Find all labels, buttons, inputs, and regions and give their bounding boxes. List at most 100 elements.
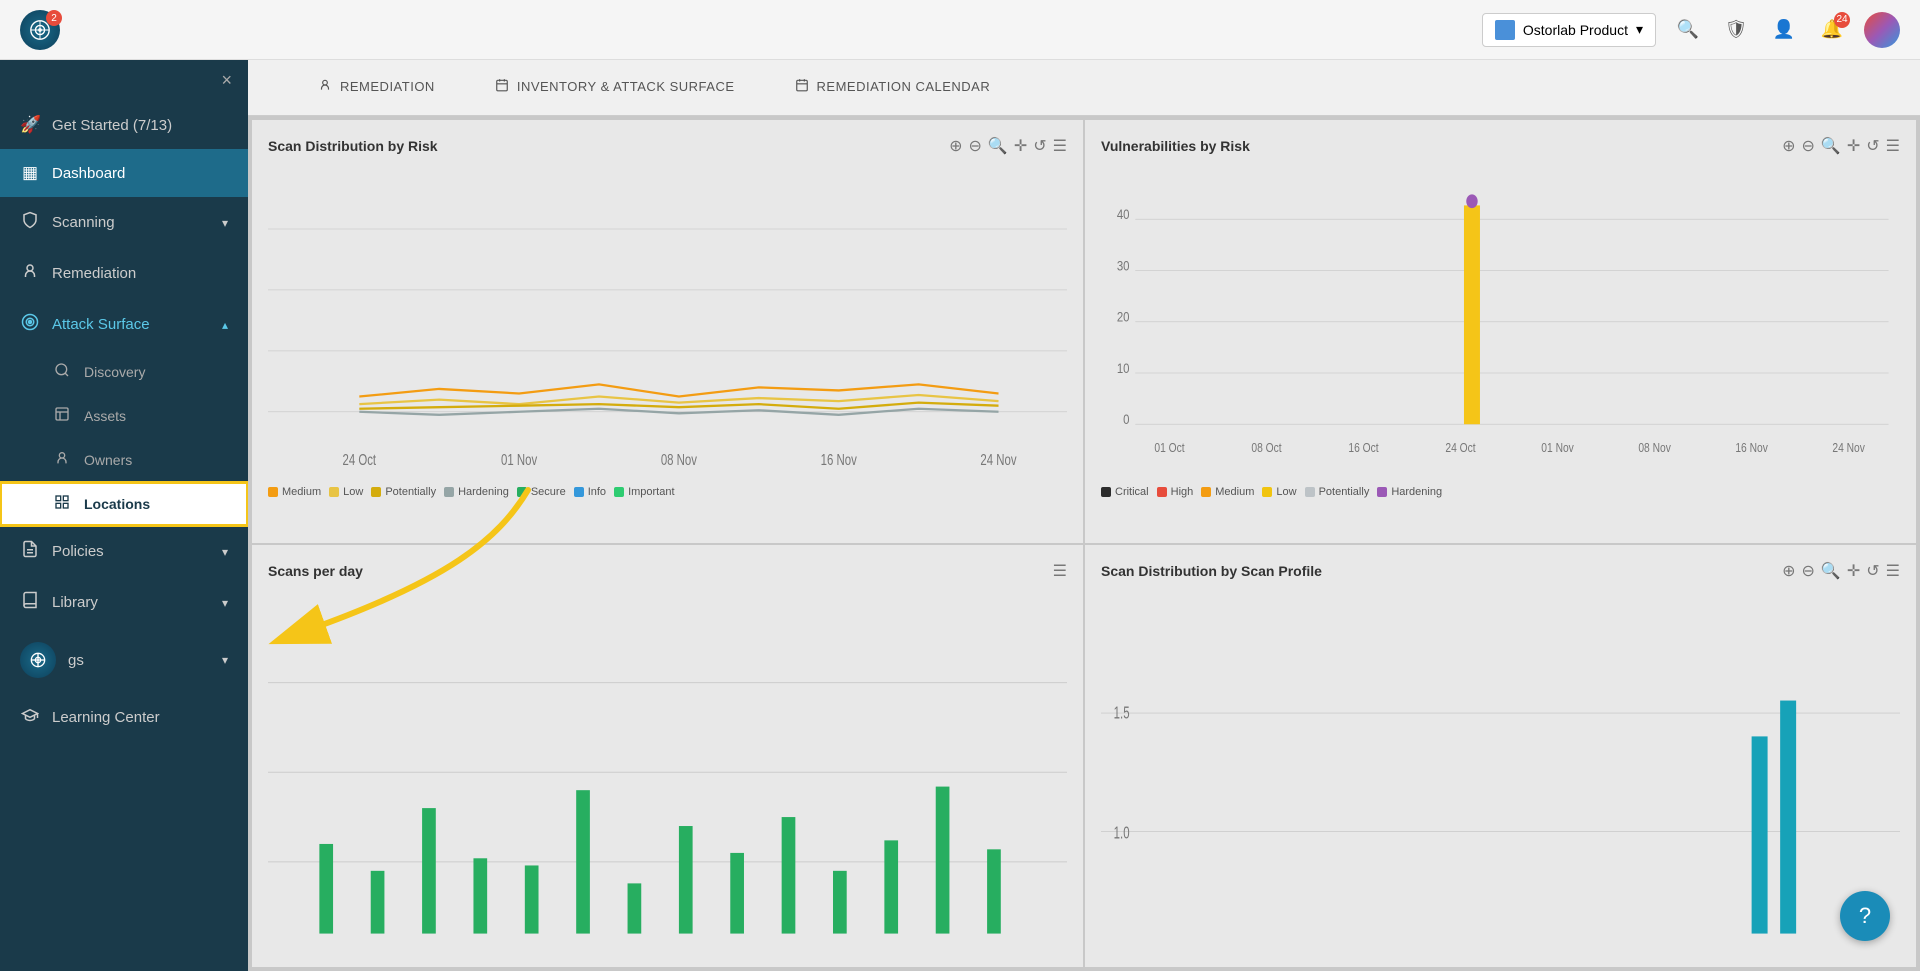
legend-dot-info: [574, 487, 584, 497]
chart-scans-per-day: Scans per day ☰: [252, 545, 1083, 968]
sidebar-item-label: Assets: [84, 408, 126, 424]
legend-dot-critical: [1101, 487, 1111, 497]
legend-dot-medium: [268, 487, 278, 497]
legend-potentially-v: Potentially: [1305, 486, 1370, 498]
zoom-out-icon-sp[interactable]: ⊖: [1802, 561, 1815, 581]
legend-label-potentially: Potentially: [385, 486, 436, 498]
chart-scan-profile-header: Scan Distribution by Scan Profile ⊕ ⊖ 🔍 …: [1101, 561, 1900, 581]
sidebar-item-discovery[interactable]: Discovery: [0, 350, 248, 394]
inventory-tab-icon: [495, 78, 509, 95]
legend-potentially: Potentially: [371, 486, 436, 498]
discovery-icon: [52, 362, 72, 382]
sidebar: × 🚀 Get Started (7/13) ▦ Dashboard Scann…: [0, 60, 248, 971]
zoom-icon[interactable]: 🔍: [988, 136, 1008, 156]
menu-icon[interactable]: ☰: [1886, 136, 1900, 156]
notification-icon[interactable]: 🔔 24: [1816, 14, 1848, 46]
zoom-icon-sp[interactable]: 🔍: [1821, 561, 1841, 581]
shield-icon[interactable]: 🛡: [1720, 14, 1752, 46]
legend-dot-hardening: [444, 487, 454, 497]
chart-scan-distribution-header: Scan Distribution by Risk ⊕ ⊖ 🔍 ✛ ↺ ☰: [268, 136, 1067, 156]
sidebar-item-label: Learning Center: [52, 709, 160, 726]
chart-scan-profile-title: Scan Distribution by Scan Profile: [1101, 563, 1322, 579]
notification-badge: 24: [1834, 12, 1850, 28]
dashboard-icon: ▦: [20, 163, 40, 183]
sidebar-item-label: Policies: [52, 543, 104, 560]
help-button[interactable]: ?: [1840, 891, 1890, 941]
legend-label-potentially-v: Potentially: [1319, 486, 1370, 498]
legend-label-critical: Critical: [1115, 486, 1149, 498]
scanning-icon: [20, 211, 40, 234]
zoom-icon[interactable]: 🔍: [1821, 136, 1841, 156]
legend-important: Important: [614, 486, 674, 498]
sidebar-item-learning-center[interactable]: Learning Center: [0, 692, 248, 743]
chart-controls: ⊕ ⊖ 🔍 ✛ ↺ ☰: [949, 136, 1067, 156]
avatar[interactable]: [1864, 12, 1900, 48]
sidebar-item-label: gs: [68, 652, 84, 669]
chevron-down-icon: ▾: [222, 545, 228, 559]
sidebar-item-locations[interactable]: Locations: [0, 482, 248, 526]
move-icon[interactable]: ✛: [1847, 136, 1860, 156]
move-icon[interactable]: ✛: [1014, 136, 1027, 156]
product-icon: [1495, 20, 1515, 40]
legend-label-info: Info: [588, 486, 606, 498]
close-sidebar-button[interactable]: ×: [221, 70, 232, 91]
sidebar-item-dashboard[interactable]: ▦ Dashboard: [0, 149, 248, 197]
legend-secure: Secure: [517, 486, 566, 498]
sidebar-item-owners[interactable]: Owners: [0, 438, 248, 482]
tab-calendar[interactable]: Remediation Calendar: [765, 60, 1021, 115]
menu-icon[interactable]: ☰: [1053, 136, 1067, 156]
sidebar-item-attack-surface[interactable]: Attack Surface ▴: [0, 299, 248, 350]
zoom-out-icon[interactable]: ⊖: [1802, 136, 1815, 156]
sidebar-item-remediation[interactable]: Remediation: [0, 248, 248, 299]
legend-info: Info: [574, 486, 606, 498]
zoom-in-icon[interactable]: ⊕: [949, 136, 962, 156]
attack-surface-icon: [20, 313, 40, 336]
sidebar-item-settings[interactable]: 2 gs ▾: [0, 628, 248, 692]
sidebar-item-get-started[interactable]: 🚀 Get Started (7/13): [0, 101, 248, 149]
chart-controls-sp: ⊕ ⊖ 🔍 ✛ ↺ ☰: [1782, 561, 1900, 581]
sidebar-item-label: Owners: [84, 452, 132, 468]
tab-inventory[interactable]: Inventory & Attack Surface: [465, 60, 765, 115]
contact-icon[interactable]: 👤: [1768, 14, 1800, 46]
menu-icon-spd[interactable]: ☰: [1053, 561, 1067, 581]
search-icon[interactable]: 🔍: [1672, 14, 1704, 46]
move-icon-sp[interactable]: ✛: [1847, 561, 1860, 581]
owners-icon: [52, 450, 72, 470]
legend-label-high: High: [1171, 486, 1194, 498]
svg-text:24 Oct: 24 Oct: [1445, 442, 1476, 455]
zoom-in-icon-sp[interactable]: ⊕: [1782, 561, 1795, 581]
zoom-out-icon[interactable]: ⊖: [969, 136, 982, 156]
sidebar-item-library[interactable]: Library ▾: [0, 577, 248, 628]
reset-icon[interactable]: ↺: [1866, 136, 1879, 156]
svg-text:30: 30: [1117, 258, 1130, 273]
chart-scan-distribution: Scan Distribution by Risk ⊕ ⊖ 🔍 ✛ ↺ ☰: [252, 120, 1083, 543]
legend-low: Low: [329, 486, 363, 498]
dashboard-grid: Scan Distribution by Risk ⊕ ⊖ 🔍 ✛ ↺ ☰: [248, 116, 1920, 971]
chevron-down-icon: ▾: [222, 596, 228, 610]
menu-icon-sp[interactable]: ☰: [1886, 561, 1900, 581]
tab-remediation[interactable]: Remediation: [288, 60, 465, 115]
legend-dot-low: [329, 487, 339, 497]
product-selector[interactable]: Ostorlab Product ▾: [1482, 13, 1656, 47]
tab-calendar-label: Remediation Calendar: [817, 79, 991, 94]
sidebar-item-label: Library: [52, 594, 98, 611]
legend-label-secure: Secure: [531, 486, 566, 498]
sidebar-item-label: Dashboard: [52, 165, 125, 182]
zoom-in-icon[interactable]: ⊕: [1782, 136, 1795, 156]
reset-icon-sp[interactable]: ↺: [1866, 561, 1879, 581]
reset-icon[interactable]: ↺: [1033, 136, 1046, 156]
learning-icon: [20, 706, 40, 729]
chevron-up-icon: ▴: [222, 318, 228, 332]
chevron-down-icon: ▾: [222, 653, 228, 667]
content-area: Remediation Inventory & Attack Surface R…: [248, 60, 1920, 971]
scan-profile-svg: 1.5 1.0: [1101, 593, 1900, 952]
legend-label-low-v: Low: [1276, 486, 1296, 498]
sidebar-item-scanning[interactable]: Scanning ▾: [0, 197, 248, 248]
sidebar-item-assets[interactable]: Assets: [0, 394, 248, 438]
sidebar-close-area: ×: [0, 60, 248, 101]
legend-label-hardening-v: Hardening: [1391, 486, 1442, 498]
chart-vulnerabilities: Vulnerabilities by Risk ⊕ ⊖ 🔍 ✛ ↺ ☰ 0 1: [1085, 120, 1916, 543]
sidebar-item-policies[interactable]: Policies ▾: [0, 526, 248, 577]
legend-dot-hardening-v: [1377, 487, 1387, 497]
legend-hardening-v: Hardening: [1377, 486, 1442, 498]
